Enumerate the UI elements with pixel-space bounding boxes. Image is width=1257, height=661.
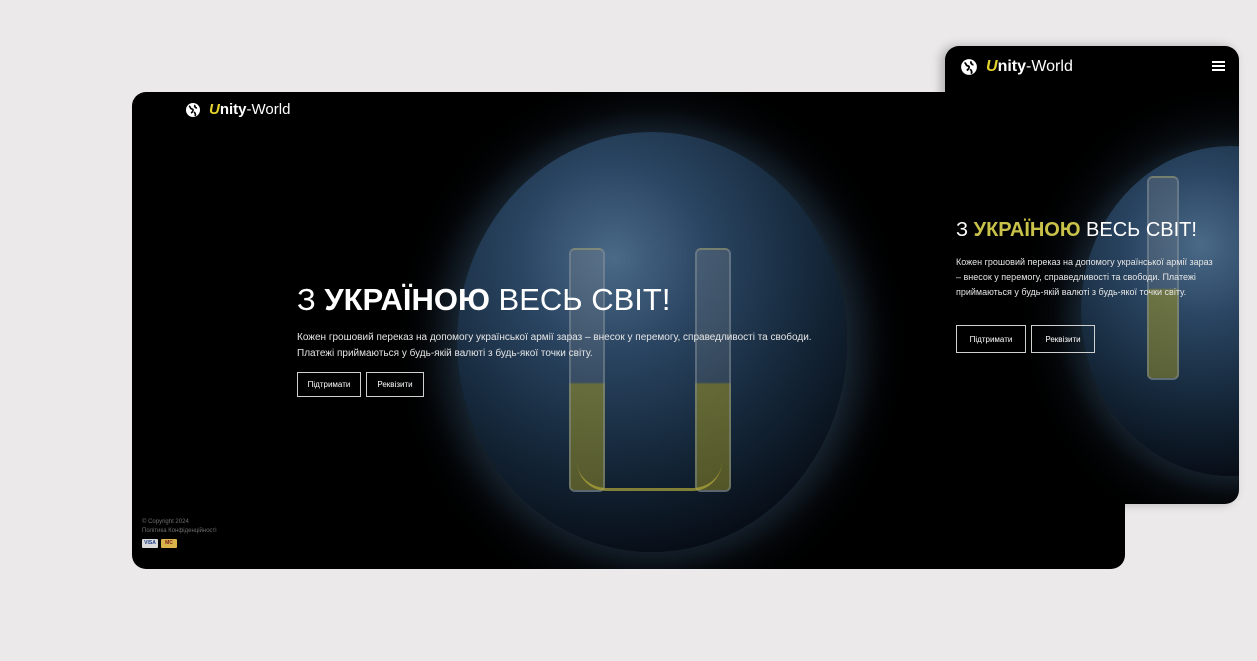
hero-title-suffix: ВЕСЬ СВІТ! <box>1080 219 1197 241</box>
hero-title-suffix: ВЕСЬ СВІТ! <box>489 282 671 317</box>
requisites-button[interactable]: Реквізити <box>1031 325 1095 353</box>
copyright-text: © Copyright 2024 <box>142 519 189 525</box>
mobile-mockup: Unity-World З УКРАЇНОЮ ВЕСЬ СВІТ! Кожен … <box>945 46 1239 504</box>
hero-title-bold: УКРАЇНОЮ <box>973 219 1081 241</box>
logo-world: -World <box>246 101 291 118</box>
globe-icon <box>961 59 977 75</box>
payment-cards: VISA MC <box>142 539 217 548</box>
mastercard-icon: MC <box>161 539 177 548</box>
visa-card-icon: VISA <box>142 539 158 548</box>
hero-title-prefix: З <box>297 282 325 317</box>
logo-nity: nity <box>219 101 247 118</box>
u-shape-right-bar <box>695 248 731 492</box>
hero-text-line1: Кожен грошовий переказ на допомогу украї… <box>297 332 812 343</box>
hero-title: З УКРАЇНОЮ ВЕСЬ СВІТ! <box>297 282 670 318</box>
logo-u: U <box>986 58 998 75</box>
globe-icon <box>186 102 200 117</box>
u-shape-base <box>577 460 722 491</box>
site-logo[interactable]: Unity-World <box>960 58 1073 76</box>
support-button[interactable]: Підтримати <box>297 372 361 397</box>
site-logo[interactable]: Unity-World <box>185 101 290 118</box>
hamburger-menu-icon[interactable] <box>1212 61 1225 71</box>
logo-world: -World <box>1026 58 1073 75</box>
hero-title-bold: УКРАЇНОЮ <box>324 282 490 317</box>
hero-description: Кожен грошовий переказ на допомогу украї… <box>956 257 1213 297</box>
hero-title-prefix: З <box>956 219 974 241</box>
support-button[interactable]: Підтримати <box>956 325 1026 353</box>
privacy-policy-link[interactable]: Політика Конфіденційності <box>142 527 217 536</box>
hero-title: З УКРАЇНОЮ ВЕСЬ СВІТ! <box>956 219 1197 242</box>
hero-text-line2: Платежі приймаються у будь-якій валюті з… <box>297 348 593 359</box>
requisites-button[interactable]: Реквізити <box>366 372 424 397</box>
footer: © Copyright 2024 Політика Конфіденційнос… <box>142 518 217 548</box>
logo-nity: nity <box>997 58 1027 75</box>
hero-description: Кожен грошовий переказ на допомогу украї… <box>297 330 857 362</box>
logo-u: U <box>209 101 220 118</box>
